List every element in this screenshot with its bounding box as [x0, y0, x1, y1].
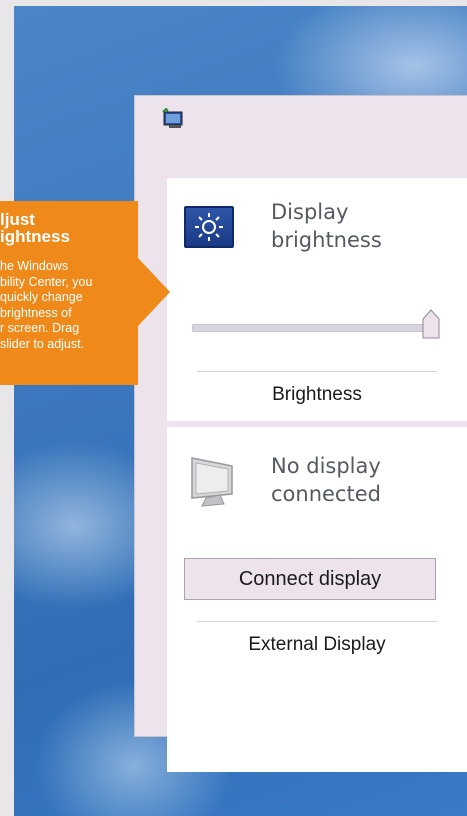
callout-body-line: slider to adjust.: [0, 336, 85, 351]
adjust-brightness-callout: ljust ightness he Windows bility Center,…: [0, 201, 138, 385]
brightness-footer: Brightness: [272, 384, 362, 405]
callout-body: he Windows bility Center, you quickly ch…: [0, 259, 138, 352]
external-display-status: No display connected: [271, 452, 431, 508]
callout-heading: ljust ightness: [0, 211, 138, 245]
sun-icon: [184, 206, 234, 248]
brightness-slider-track[interactable]: [192, 324, 438, 332]
callout-body-line: r screen. Drag: [0, 321, 80, 335]
callout-body-line: bility Center, you: [0, 274, 93, 289]
brightness-divider: [197, 371, 437, 372]
callout-body-line: quickly change: [0, 290, 83, 304]
external-display-footer: External Display: [248, 634, 386, 655]
callout-body-line: he Windows: [0, 259, 69, 273]
brightness-title: Display brightness: [271, 198, 431, 254]
callout-body-line: brightness of: [0, 305, 72, 320]
mobility-center-window: Display brightness Brightness No display…: [135, 96, 467, 772]
callout-heading-line2: ightness: [0, 227, 70, 246]
tiles-panel: Display brightness Brightness No display…: [167, 178, 467, 772]
callout-pointer: [138, 258, 170, 326]
connect-display-button[interactable]: Connect display: [184, 558, 436, 600]
brightness-title-line1: Display: [271, 200, 349, 224]
external-display-status-line1: No display: [271, 454, 381, 478]
tile-separator: [167, 421, 467, 427]
brightness-title-line2: brightness: [271, 228, 382, 252]
brightness-tile: Display brightness Brightness: [167, 178, 467, 421]
external-display-status-line2: connected: [271, 482, 381, 506]
brightness-slider-thumb[interactable]: [422, 309, 440, 339]
external-display-divider: [197, 621, 437, 622]
monitor-icon: [191, 457, 233, 507]
mobility-center-icon: [162, 107, 183, 128]
